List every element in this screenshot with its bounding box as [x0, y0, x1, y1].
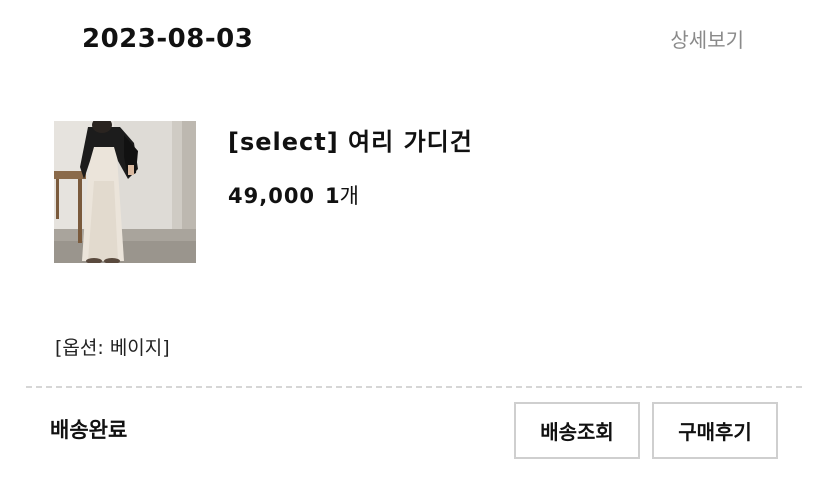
product-name[interactable]: [select] 여리 가디건	[228, 122, 473, 157]
delivery-status: 배송완료	[50, 418, 128, 442]
view-details-link[interactable]: 상세보기	[670, 24, 744, 53]
product-option: [옵션: 베이지]	[55, 337, 170, 359]
track-delivery-button[interactable]: 배송조회	[514, 402, 640, 459]
product-quantity: 1개	[325, 184, 359, 208]
price-quantity-row: 49,000 1개	[228, 180, 359, 210]
product-price: 49,000	[228, 184, 316, 208]
product-thumbnail[interactable]	[54, 121, 196, 263]
quantity-number: 1	[325, 184, 340, 208]
write-review-button[interactable]: 구매후기	[652, 402, 778, 459]
product-photo-icon	[54, 121, 196, 263]
order-date: 2023-08-03	[82, 24, 254, 54]
dashed-divider	[26, 386, 802, 388]
quantity-unit: 개	[339, 184, 359, 208]
